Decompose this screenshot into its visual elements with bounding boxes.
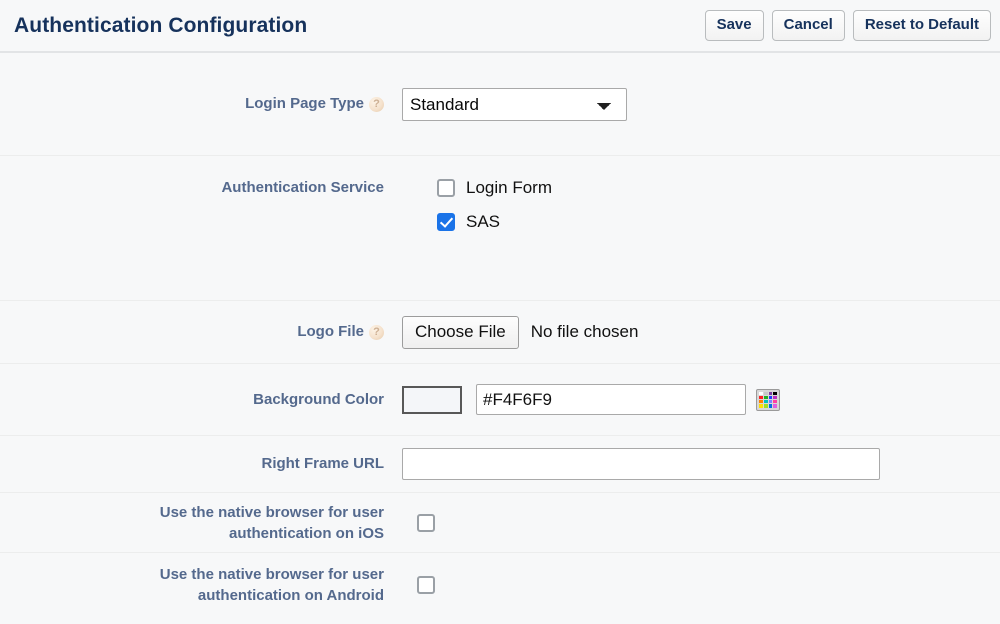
login-page-type-select[interactable]: Standard bbox=[402, 88, 627, 121]
right-frame-url-label-cell: Right Frame URL bbox=[0, 454, 392, 474]
native-browser-ios-label-cell: Use the native browser for user authenti… bbox=[0, 502, 392, 544]
logo-file-field: Choose File No file chosen bbox=[392, 316, 1000, 349]
help-circle-icon[interactable] bbox=[369, 325, 384, 340]
row-logo-file: Logo File Choose File No file chosen bbox=[0, 301, 1000, 364]
native-browser-android-checkbox[interactable] bbox=[417, 576, 435, 594]
configuration-form: Login Page Type Standard Authentication … bbox=[0, 53, 1000, 616]
login-form-checkbox[interactable] bbox=[437, 179, 455, 197]
header-actions: Save Cancel Reset to Default bbox=[705, 10, 991, 41]
help-circle-icon[interactable] bbox=[369, 97, 384, 112]
logo-file-label-cell: Logo File bbox=[0, 322, 392, 342]
logo-file-status: No file chosen bbox=[531, 322, 639, 342]
sas-label: SAS bbox=[466, 212, 500, 232]
row-native-browser-ios: Use the native browser for user authenti… bbox=[0, 493, 1000, 553]
row-authentication-service: Authentication Service Login Form SAS bbox=[0, 156, 1000, 301]
native-browser-ios-label: Use the native browser for user authenti… bbox=[160, 504, 384, 542]
authentication-service-label-cell: Authentication Service bbox=[0, 156, 392, 198]
right-frame-url-field bbox=[392, 448, 1000, 480]
authentication-configuration-page: Authentication Configuration Save Cancel… bbox=[0, 0, 1000, 624]
background-color-label-cell: Background Color bbox=[0, 390, 392, 410]
sas-checkbox[interactable] bbox=[437, 213, 455, 231]
authentication-service-label: Authentication Service bbox=[221, 179, 384, 196]
authentication-service-options: Login Form SAS bbox=[402, 178, 552, 232]
page-title: Authentication Configuration bbox=[14, 14, 307, 38]
login-page-type-label: Login Page Type bbox=[245, 94, 364, 114]
logo-file-label: Logo File bbox=[297, 322, 364, 342]
login-page-type-label-cell: Login Page Type bbox=[0, 94, 392, 114]
row-native-browser-android: Use the native browser for user authenti… bbox=[0, 553, 1000, 616]
checkbox-row-sas[interactable]: SAS bbox=[437, 212, 552, 232]
background-color-swatch[interactable] bbox=[402, 386, 462, 414]
native-browser-android-label-cell: Use the native browser for user authenti… bbox=[0, 564, 392, 606]
native-browser-android-label: Use the native browser for user authenti… bbox=[160, 566, 384, 604]
background-color-input[interactable] bbox=[476, 384, 746, 415]
native-browser-ios-checkbox[interactable] bbox=[417, 514, 435, 532]
page-header: Authentication Configuration Save Cancel… bbox=[0, 0, 1000, 53]
background-color-field bbox=[392, 384, 1000, 415]
row-right-frame-url: Right Frame URL bbox=[0, 436, 1000, 493]
native-browser-ios-field bbox=[392, 514, 1000, 532]
login-page-type-field: Standard bbox=[392, 88, 1000, 121]
row-login-page-type: Login Page Type Standard bbox=[0, 53, 1000, 156]
cancel-button[interactable]: Cancel bbox=[772, 10, 845, 41]
checkbox-row-login-form[interactable]: Login Form bbox=[437, 178, 552, 198]
login-form-label: Login Form bbox=[466, 178, 552, 198]
right-frame-url-input[interactable] bbox=[402, 448, 880, 480]
reset-to-default-button[interactable]: Reset to Default bbox=[853, 10, 991, 41]
save-button[interactable]: Save bbox=[705, 10, 764, 41]
choose-file-button[interactable]: Choose File bbox=[402, 316, 519, 349]
row-background-color: Background Color bbox=[0, 364, 1000, 436]
native-browser-android-field bbox=[392, 576, 1000, 594]
background-color-label: Background Color bbox=[253, 391, 384, 408]
right-frame-url-label: Right Frame URL bbox=[261, 455, 384, 472]
color-palette-icon[interactable] bbox=[756, 389, 780, 411]
authentication-service-field: Login Form SAS bbox=[392, 156, 1000, 232]
